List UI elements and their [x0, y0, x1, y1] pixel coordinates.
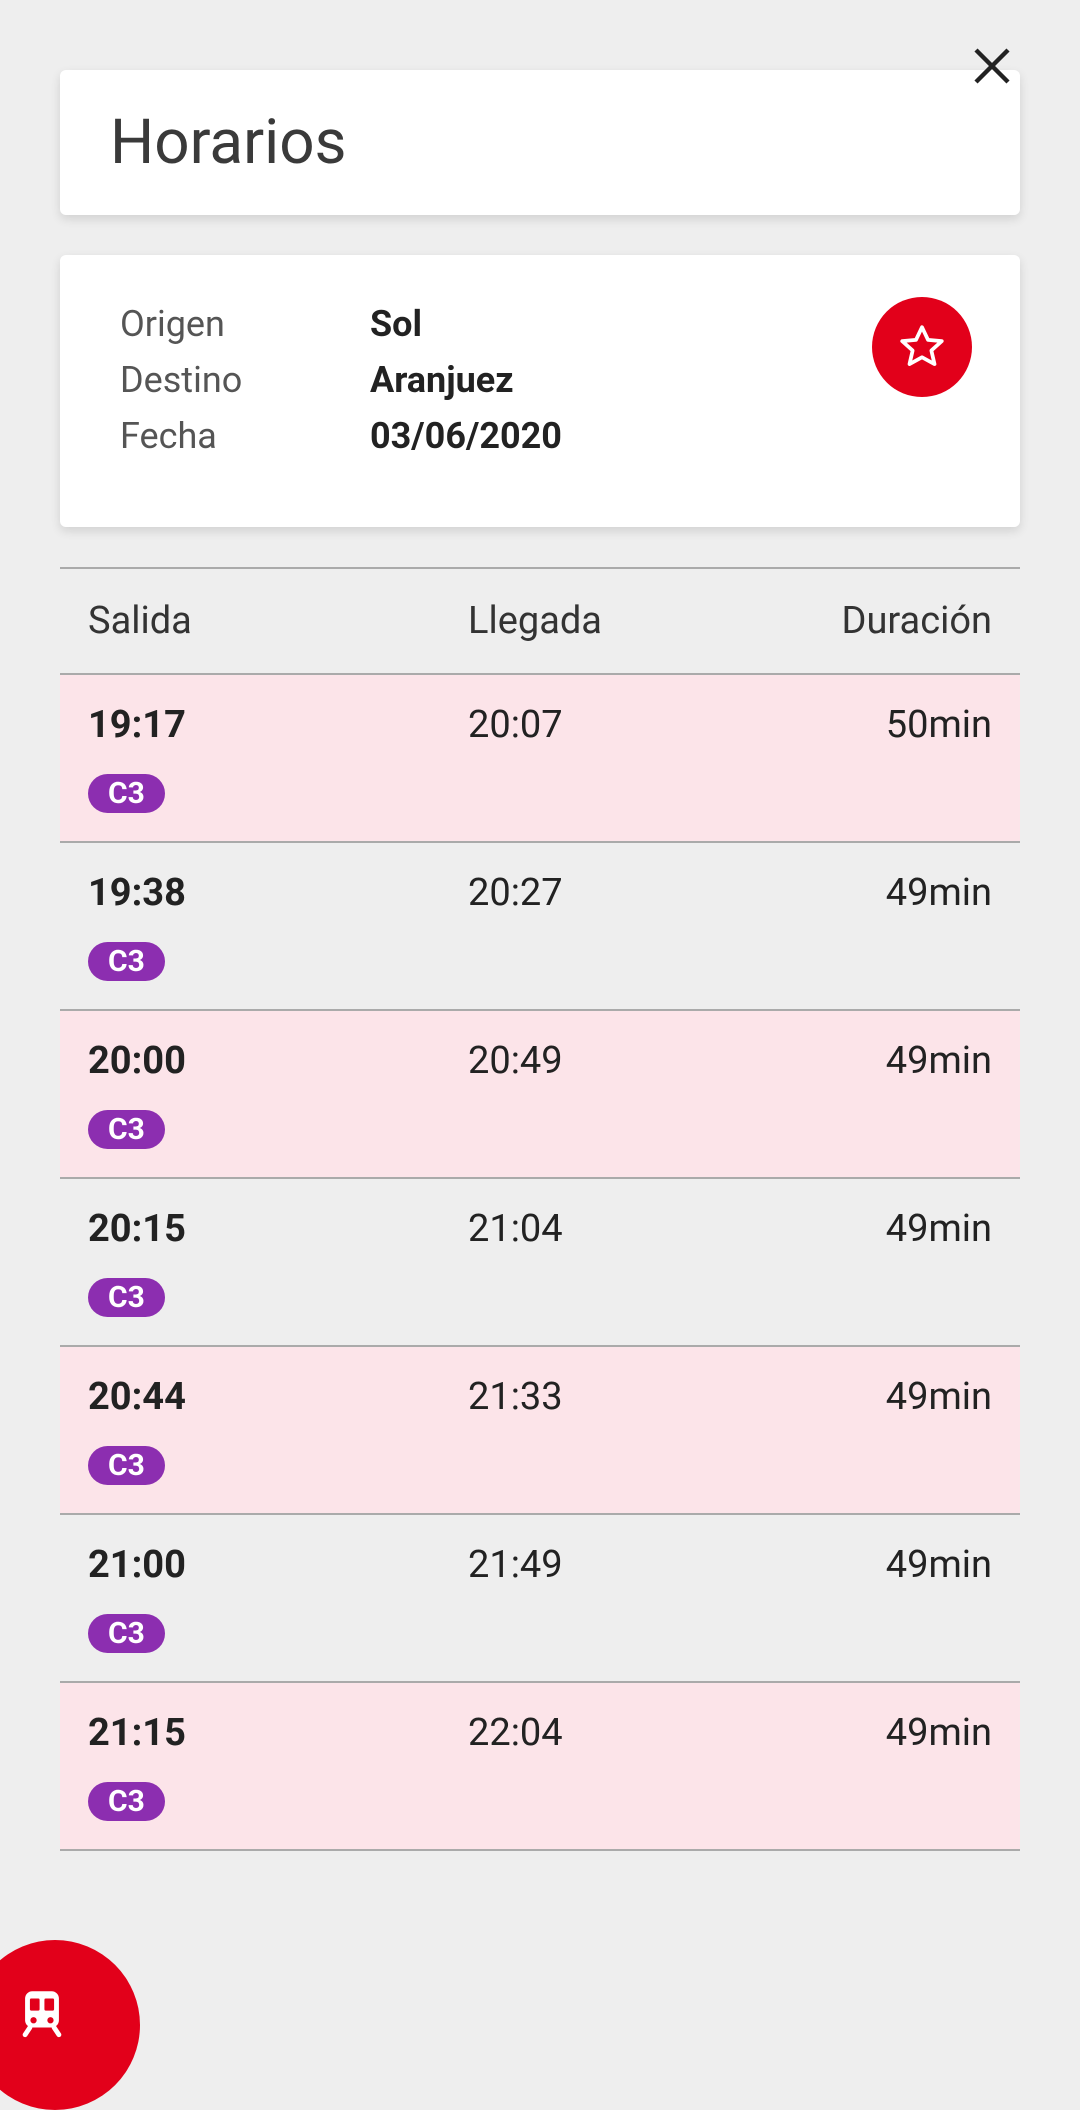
origin-value: Sol	[370, 303, 422, 345]
header-departure: Salida	[88, 599, 468, 643]
arrival-time: 22:04	[468, 1711, 748, 1755]
table-header: Salida Llegada Duración	[60, 567, 1020, 675]
duration: 49min	[748, 871, 992, 915]
arrival-time: 21:33	[468, 1375, 748, 1419]
table-row[interactable]: 20:1521:0449min C3	[60, 1179, 1020, 1347]
line-badge-wrap: C3	[88, 1105, 992, 1149]
table-row[interactable]: 21:1522:0449min C3	[60, 1683, 1020, 1851]
table-row[interactable]: 20:0020:4949min C3	[60, 1011, 1020, 1179]
arrival-time: 20:07	[468, 703, 748, 747]
duration: 49min	[748, 1039, 992, 1083]
duration: 49min	[748, 1543, 992, 1587]
line-badge-wrap: C3	[88, 1441, 992, 1485]
train-fab-button[interactable]	[0, 1940, 140, 2110]
header-arrival: Llegada	[468, 599, 748, 643]
schedule-table: Salida Llegada Duración 19:1720:0750min C…	[60, 567, 1020, 1851]
departure-time: 21:00	[88, 1543, 468, 1587]
line-badge: C3	[88, 1614, 165, 1653]
date-row: Fecha 03/06/2020	[120, 415, 960, 457]
line-badge-wrap: C3	[88, 769, 992, 813]
departure-time: 20:44	[88, 1375, 468, 1419]
title-card: Horarios	[60, 70, 1020, 215]
destination-value: Aranjuez	[370, 359, 514, 401]
table-row[interactable]: 20:4421:3349min C3	[60, 1347, 1020, 1515]
departure-time: 19:17	[88, 703, 468, 747]
departure-time: 20:00	[88, 1039, 468, 1083]
table-row[interactable]: 19:3820:2749min C3	[60, 843, 1020, 1011]
train-icon	[13, 1984, 71, 2042]
duration: 49min	[748, 1711, 992, 1755]
favorite-button[interactable]	[872, 297, 972, 397]
arrival-time: 21:49	[468, 1543, 748, 1587]
origin-row: Origen Sol	[120, 303, 960, 345]
arrival-time: 20:27	[468, 871, 748, 915]
arrival-time: 21:04	[468, 1207, 748, 1251]
origin-label: Origen	[120, 303, 370, 345]
line-badge: C3	[88, 1782, 165, 1821]
line-badge-wrap: C3	[88, 1609, 992, 1653]
star-icon	[897, 322, 947, 372]
page-title: Horarios	[110, 106, 970, 179]
close-icon	[968, 42, 1016, 90]
line-badge: C3	[88, 1278, 165, 1317]
trip-summary-card: Origen Sol Destino Aranjuez Fecha 03/06/…	[60, 255, 1020, 527]
line-badge: C3	[88, 1446, 165, 1485]
destination-label: Destino	[120, 359, 370, 401]
departure-time: 20:15	[88, 1207, 468, 1251]
header-duration: Duración	[748, 599, 992, 643]
table-row[interactable]: 21:0021:4949min C3	[60, 1515, 1020, 1683]
date-label: Fecha	[120, 415, 370, 457]
departure-time: 19:38	[88, 871, 468, 915]
line-badge-wrap: C3	[88, 937, 992, 981]
destination-row: Destino Aranjuez	[120, 359, 960, 401]
line-badge-wrap: C3	[88, 1273, 992, 1317]
duration: 49min	[748, 1207, 992, 1251]
date-value: 03/06/2020	[370, 415, 562, 457]
departure-time: 21:15	[88, 1711, 468, 1755]
line-badge: C3	[88, 1110, 165, 1149]
table-row[interactable]: 19:1720:0750min C3	[60, 675, 1020, 843]
line-badge: C3	[88, 774, 165, 813]
duration: 49min	[748, 1375, 992, 1419]
line-badge-wrap: C3	[88, 1777, 992, 1821]
duration: 50min	[748, 703, 992, 747]
line-badge: C3	[88, 942, 165, 981]
arrival-time: 20:49	[468, 1039, 748, 1083]
close-button[interactable]	[968, 42, 1028, 102]
